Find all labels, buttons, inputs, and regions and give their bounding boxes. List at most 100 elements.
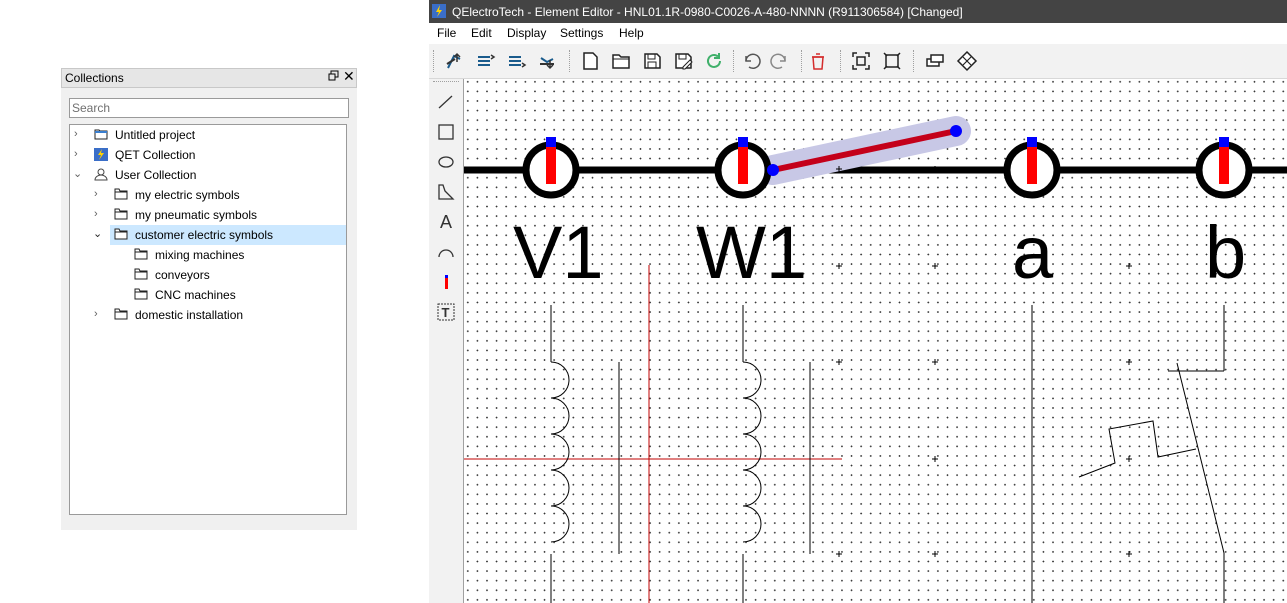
drawing-toolbar: A T — [429, 79, 464, 603]
text-tool-icon[interactable]: A — [435, 211, 457, 233]
tree-item-label: domestic installation — [135, 308, 244, 322]
window-titlebar: QElectroTech - Element Editor - HNL01.1R… — [429, 0, 1287, 23]
terminal-b[interactable] — [1219, 137, 1229, 184]
menu-bar: File Edit Display Settings Help — [429, 23, 1287, 44]
element-drawing-canvas[interactable]: V1 W1 a b — [464, 79, 1287, 603]
terminal-label-w1[interactable]: W1 — [696, 216, 807, 290]
tree-item-cnc-machines[interactable]: CNC machines — [70, 285, 310, 305]
terminal-tool-icon[interactable] — [435, 271, 457, 293]
tree-item-domestic-installation[interactable]: › domestic installation — [70, 305, 310, 325]
toolbar-separator — [840, 50, 842, 72]
terminal-w1[interactable] — [738, 137, 748, 184]
arc-tool-icon[interactable] — [435, 241, 457, 263]
zoom-reset-icon[interactable] — [881, 50, 903, 72]
tree-item-mixing-machines[interactable]: mixing machines — [70, 245, 310, 265]
chevron-down-icon[interactable]: ⌄ — [93, 227, 103, 240]
toolbar-separator — [801, 50, 803, 72]
panel-title: Collections — [65, 71, 124, 85]
undo-icon[interactable] — [739, 50, 761, 72]
close-panel-icon[interactable]: ✕ — [343, 69, 355, 83]
folder-icon — [114, 188, 128, 200]
tree-item-label: my electric symbols — [135, 188, 240, 202]
folder-open-icon — [114, 228, 128, 240]
save-as-icon[interactable] — [672, 50, 694, 72]
redo-icon[interactable] — [770, 50, 792, 72]
toolbar-separator — [913, 50, 915, 72]
window-title: QElectroTech - Element Editor - HNL01.1R… — [452, 5, 963, 19]
element-editor-window: QElectroTech - Element Editor - HNL01.1R… — [429, 0, 1287, 603]
new-element-icon[interactable] — [579, 50, 601, 72]
tree-item-label: my pneumatic symbols — [135, 208, 258, 222]
terminal-label-v1[interactable]: V1 — [513, 216, 604, 290]
line-tool-icon[interactable] — [435, 91, 457, 113]
terminal-v1[interactable] — [546, 137, 556, 184]
tree-item-qet-collection[interactable]: › QET Collection — [70, 145, 310, 165]
toolbar-separator — [569, 50, 571, 72]
folder-icon — [134, 268, 148, 280]
menu-help[interactable]: Help — [619, 26, 644, 40]
reload-icon[interactable] — [703, 50, 725, 72]
edit-info-icon[interactable] — [924, 50, 946, 72]
tree-item-my-pneumatic-symbols[interactable]: › my pneumatic symbols — [70, 205, 310, 225]
tree-item-label: Untitled project — [115, 128, 196, 142]
main-toolbar — [429, 44, 1287, 79]
tree-item-label: CNC machines — [155, 288, 236, 302]
qet-logo-icon — [94, 148, 108, 161]
tree-item-label: conveyors — [155, 268, 210, 282]
collection-tree[interactable]: › Untitled project › QET Collection ⌄ Us… — [69, 124, 347, 515]
chevron-right-icon[interactable]: › — [74, 148, 84, 160]
zoom-fit-icon[interactable] — [850, 50, 872, 72]
menu-display[interactable]: Display — [507, 26, 546, 40]
tree-item-customer-electric-symbols-content[interactable]: ⌄ customer electric symbols — [70, 225, 310, 245]
folder-icon — [114, 208, 128, 220]
menu-file[interactable]: File — [437, 26, 456, 40]
project-icon — [94, 128, 108, 140]
ellipse-tool-icon[interactable] — [435, 151, 457, 173]
panel-titlebar: Collections ✕ — [61, 68, 357, 88]
menu-settings[interactable]: Settings — [560, 26, 603, 40]
lower-to-bottom-icon[interactable] — [536, 50, 558, 72]
delete-icon[interactable] — [807, 50, 829, 72]
chevron-down-icon[interactable]: ⌄ — [73, 167, 83, 180]
tree-item-label: mixing machines — [155, 248, 245, 262]
toolbar-grip — [433, 50, 435, 72]
toolbar-grip — [433, 81, 459, 83]
collection-search-input[interactable] — [69, 98, 349, 118]
tree-item-my-electric-symbols[interactable]: › my electric symbols — [70, 185, 310, 205]
user-icon — [94, 168, 108, 181]
chevron-right-icon[interactable]: › — [94, 208, 104, 220]
open-icon[interactable] — [610, 50, 632, 72]
raise-icon[interactable] — [474, 50, 496, 72]
save-icon[interactable] — [641, 50, 663, 72]
folder-icon — [114, 308, 128, 320]
terminal-a[interactable] — [1027, 137, 1037, 184]
chevron-right-icon[interactable]: › — [74, 128, 84, 140]
tree-item-untitled-project[interactable]: › Untitled project — [70, 125, 310, 145]
rectangle-tool-icon[interactable] — [435, 121, 457, 143]
tree-item-user-collection[interactable]: ⌄ User Collection — [70, 165, 310, 185]
toolbar-separator — [733, 50, 735, 72]
folder-icon — [134, 248, 148, 260]
tree-item-label: User Collection — [115, 168, 197, 182]
lower-icon[interactable] — [505, 50, 527, 72]
svg-text:T: T — [442, 305, 450, 320]
menu-edit[interactable]: Edit — [471, 26, 492, 40]
terminal-label-b[interactable]: b — [1205, 216, 1246, 290]
folder-icon — [134, 288, 148, 300]
collections-panel: Collections ✕ › Untitled project › QET C… — [61, 68, 357, 530]
chevron-right-icon[interactable]: › — [94, 188, 104, 200]
tree-item-conveyors[interactable]: conveyors — [70, 265, 310, 285]
terminal-label-a[interactable]: a — [1012, 216, 1053, 290]
polygon-tool-icon[interactable] — [435, 181, 457, 203]
edit-names-icon[interactable] — [956, 50, 978, 72]
float-panel-icon[interactable] — [328, 70, 339, 84]
dynamic-text-tool-icon[interactable]: T — [435, 301, 457, 323]
line-handle-end[interactable] — [950, 125, 962, 137]
chevron-right-icon[interactable]: › — [94, 308, 104, 320]
qet-logo-icon — [432, 4, 446, 18]
element-drawing[interactable] — [464, 79, 1287, 603]
tree-item-label: customer electric symbols — [135, 228, 274, 242]
raise-to-top-icon[interactable] — [443, 50, 465, 72]
tree-item-label: QET Collection — [115, 148, 196, 162]
line-handle-start[interactable] — [767, 164, 779, 176]
